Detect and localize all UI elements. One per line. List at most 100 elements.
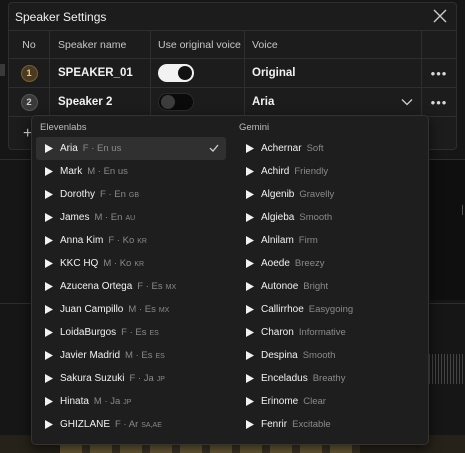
gemini-voice-list: Achernar Soft Achird Friendly Algenib Gravell… bbox=[237, 137, 427, 436]
voice-option[interactable]: Dorothy F · En GB bbox=[36, 183, 226, 206]
voice-option-accent: KR bbox=[134, 261, 145, 268]
use-original-voice-toggle[interactable] bbox=[158, 64, 194, 82]
voice-option-name: Dorothy bbox=[60, 189, 96, 200]
play-icon[interactable] bbox=[45, 213, 53, 222]
play-icon[interactable] bbox=[246, 236, 254, 245]
voice-option[interactable]: Erinome Clear bbox=[237, 390, 427, 413]
use-original-voice-toggle[interactable] bbox=[158, 93, 194, 111]
voice-option[interactable]: Charon Informative bbox=[237, 321, 427, 344]
play-icon[interactable] bbox=[246, 305, 254, 314]
voice-option-name: GHIZLANE bbox=[60, 419, 111, 430]
voice-option[interactable]: Aoede Breezy bbox=[237, 252, 427, 275]
voice-option-meta: M · Es bbox=[128, 304, 156, 315]
voice-option-name: Fenrir bbox=[261, 419, 288, 430]
voice-option[interactable]: GHIZLANE F · Ar SA,AE bbox=[36, 413, 226, 436]
play-icon[interactable] bbox=[45, 259, 53, 268]
voice-option[interactable]: Mark M · En us bbox=[36, 160, 226, 183]
close-button[interactable] bbox=[432, 8, 448, 24]
voice-value: Original bbox=[244, 59, 421, 87]
play-icon[interactable] bbox=[246, 190, 254, 199]
play-icon[interactable] bbox=[45, 374, 53, 383]
column-header-voice: Voice bbox=[244, 31, 421, 58]
voice-option-name: LoidaBurgos bbox=[60, 327, 117, 338]
more-options-icon[interactable]: ••• bbox=[431, 95, 448, 110]
voice-option-meta: Smooth bbox=[302, 350, 336, 361]
group-title-gemini: Gemini bbox=[239, 122, 270, 133]
column-header-no: No bbox=[22, 38, 36, 51]
play-icon[interactable] bbox=[45, 190, 53, 199]
speaker-number-badge: 1 bbox=[20, 64, 38, 82]
play-icon[interactable] bbox=[246, 420, 254, 429]
voice-option[interactable]: Enceladus Breathy bbox=[237, 367, 427, 390]
voice-option[interactable]: James M · En AU bbox=[36, 206, 226, 229]
voice-option-accent: KR bbox=[137, 238, 147, 245]
background-panel bbox=[430, 160, 465, 300]
voice-option[interactable]: Azucena Ortega F · Es MX bbox=[36, 275, 226, 298]
voice-option-meta: M · En us bbox=[87, 166, 128, 177]
voice-option[interactable]: Achird Friendly bbox=[237, 160, 427, 183]
play-icon[interactable] bbox=[45, 305, 53, 314]
play-icon[interactable] bbox=[246, 351, 254, 360]
speaker-name[interactable]: SPEAKER_01 bbox=[49, 59, 150, 87]
voice-option[interactable]: Algenib Gravelly bbox=[237, 183, 427, 206]
voice-option[interactable]: Fenrir Excitable bbox=[237, 413, 427, 436]
more-options-icon[interactable]: ••• bbox=[431, 66, 448, 81]
voice-option[interactable]: Aria F · En us bbox=[36, 137, 226, 160]
play-icon[interactable] bbox=[45, 282, 53, 291]
voice-option-meta: Informative bbox=[298, 327, 346, 338]
play-icon[interactable] bbox=[246, 144, 254, 153]
voice-option[interactable]: Hinata M · Ja JP bbox=[36, 390, 226, 413]
voice-option-name: Aoede bbox=[261, 258, 290, 269]
play-icon[interactable] bbox=[246, 282, 254, 291]
voice-option-accent: ES bbox=[149, 330, 159, 337]
play-icon[interactable] bbox=[246, 213, 254, 222]
voice-option[interactable]: Sakura Suzuki F · Ja JP bbox=[36, 367, 226, 390]
play-icon[interactable] bbox=[246, 167, 254, 176]
play-icon[interactable] bbox=[45, 167, 53, 176]
voice-option-meta: Clear bbox=[303, 396, 326, 407]
voice-option[interactable]: Javier Madrid M · Es ES bbox=[36, 344, 226, 367]
chevron-down-icon bbox=[401, 97, 413, 107]
play-icon[interactable] bbox=[246, 374, 254, 383]
voice-option[interactable]: KKC HQ M · Ko KR bbox=[36, 252, 226, 275]
voice-option-meta: M · En bbox=[94, 212, 123, 223]
background-tick bbox=[462, 205, 463, 215]
check-icon bbox=[209, 143, 219, 153]
voice-option[interactable]: Achernar Soft bbox=[237, 137, 427, 160]
voice-option-meta: Friendly bbox=[294, 166, 329, 177]
voice-option-name: Anna Kim bbox=[60, 235, 104, 246]
voice-option-name: KKC HQ bbox=[60, 258, 99, 269]
voice-option-name: Aria bbox=[60, 143, 78, 154]
voice-option[interactable]: Callirrhoe Easygoing bbox=[237, 298, 427, 321]
speaker-name[interactable]: Speaker 2 bbox=[49, 88, 150, 116]
voice-option[interactable]: Alnilam Firm bbox=[237, 229, 427, 252]
voice-option-name: Callirrhoe bbox=[261, 304, 304, 315]
voice-option-name: James bbox=[60, 212, 90, 223]
play-icon[interactable] bbox=[45, 397, 53, 406]
voice-option-name: Hinata bbox=[60, 396, 89, 407]
voice-option-meta: Breathy bbox=[312, 373, 346, 384]
play-icon[interactable] bbox=[45, 144, 53, 153]
play-icon[interactable] bbox=[45, 420, 53, 429]
play-icon[interactable] bbox=[45, 351, 53, 360]
voice-option-name: Charon bbox=[261, 327, 294, 338]
speaker-number-badge: 2 bbox=[20, 93, 38, 111]
play-icon[interactable] bbox=[246, 259, 254, 268]
voice-select[interactable]: Aria bbox=[244, 88, 421, 116]
voice-option[interactable]: Autonoe Bright bbox=[237, 275, 427, 298]
voice-option-meta: Soft bbox=[306, 143, 324, 154]
voice-option[interactable]: Algieba Smooth bbox=[237, 206, 427, 229]
voice-option-meta: Excitable bbox=[292, 419, 331, 430]
play-icon[interactable] bbox=[246, 328, 254, 337]
voice-option[interactable]: LoidaBurgos F · Es ES bbox=[36, 321, 226, 344]
voice-option[interactable]: Juan Campillo M · Es MX bbox=[36, 298, 226, 321]
voice-option[interactable]: Despina Smooth bbox=[237, 344, 427, 367]
play-icon[interactable] bbox=[45, 328, 53, 337]
play-icon[interactable] bbox=[246, 397, 254, 406]
play-icon[interactable] bbox=[45, 236, 53, 245]
voice-option-meta: F · Ko bbox=[108, 235, 135, 246]
voice-option-meta: Smooth bbox=[299, 212, 333, 223]
voice-option[interactable]: Anna Kim F · Ko KR bbox=[36, 229, 226, 252]
column-header-use-original-voice: Use original voice bbox=[150, 31, 244, 58]
voice-option-meta: Firm bbox=[298, 235, 318, 246]
